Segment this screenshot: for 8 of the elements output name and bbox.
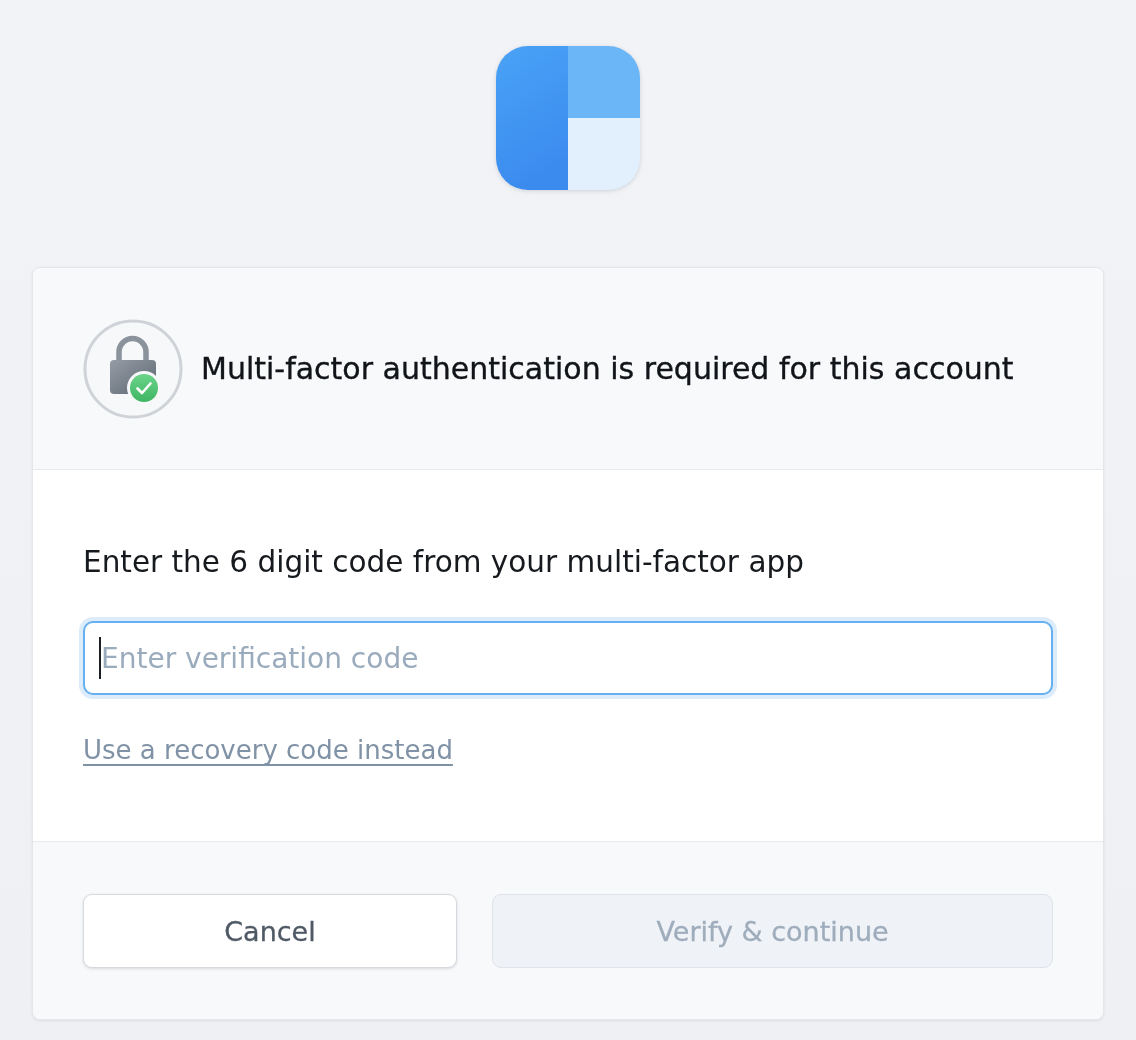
app-logo-icon: [496, 46, 640, 190]
cancel-button[interactable]: Cancel: [83, 894, 457, 968]
dialog-title: Multi-factor authentication is required for this account: [201, 351, 1014, 386]
verification-code-field[interactable]: Enter verification code: [83, 621, 1053, 695]
recovery-code-link[interactable]: Use a recovery code instead: [83, 731, 453, 769]
code-prompt: Enter the 6 digit code from your multi-factor app: [83, 544, 804, 580]
text-cursor: [99, 637, 101, 679]
lock-check-icon: [83, 318, 183, 419]
